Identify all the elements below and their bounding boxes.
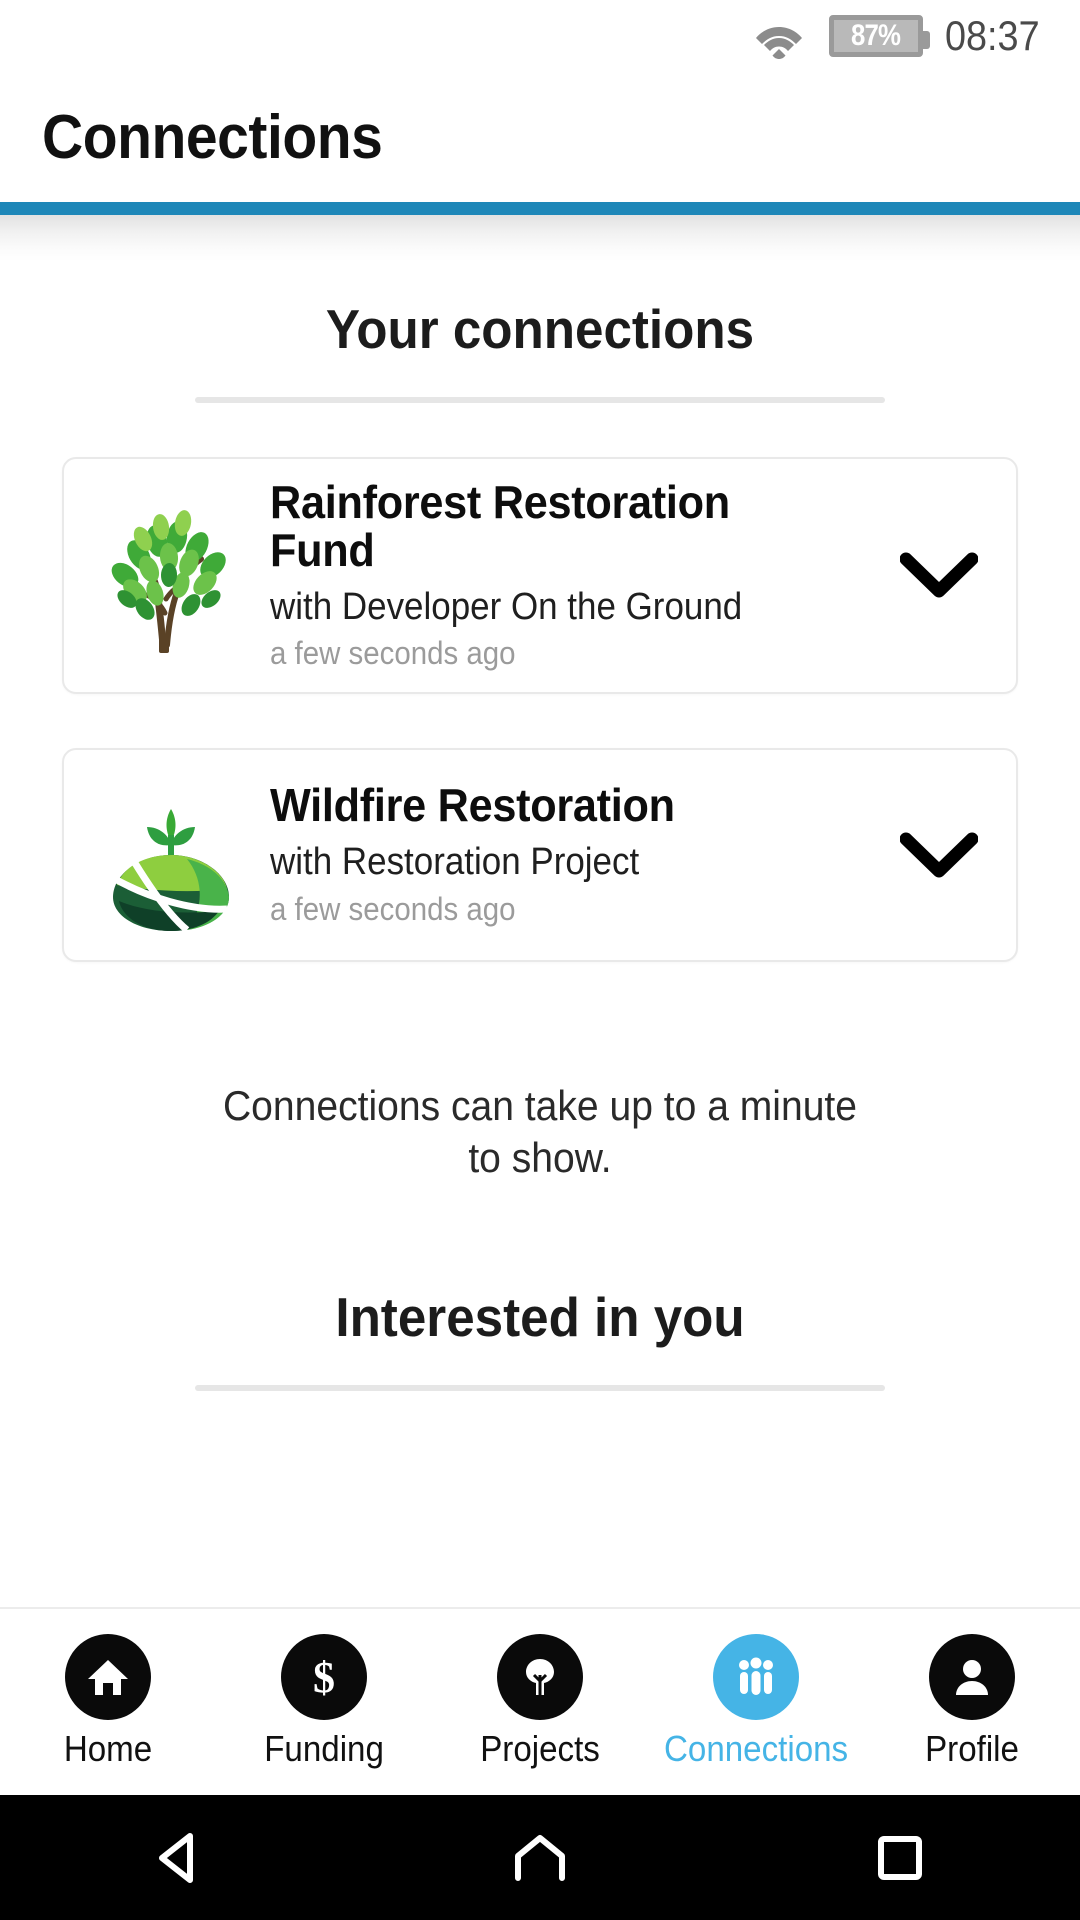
battery-icon: 87%: [828, 15, 930, 57]
connection-timestamp: a few seconds ago: [270, 635, 516, 672]
connection-subtitle: with Restoration Project: [270, 841, 640, 884]
dollar-icon: $: [281, 1634, 367, 1720]
tree-icon: [497, 1634, 583, 1720]
square-icon[interactable]: [825, 1795, 975, 1920]
connections-note: Connections can take up to a minute to s…: [222, 1081, 858, 1182]
main-content: Your connections Rainforest Restoration …: [0, 297, 1080, 1391]
tab-label-funding: Funding: [264, 1728, 384, 1769]
accent-divider: [0, 202, 1080, 215]
tab-projects[interactable]: Projects: [432, 1634, 648, 1770]
tab-funding[interactable]: $ Funding: [216, 1634, 432, 1770]
page-title: Connections: [42, 102, 383, 172]
people-icon: [713, 1634, 799, 1720]
status-bar: 87% 08:37: [0, 0, 1080, 72]
tab-profile[interactable]: Profile: [864, 1634, 1080, 1770]
wifi-icon: [751, 13, 807, 59]
tab-label-home: Home: [63, 1728, 153, 1769]
connection-title: Rainforest Restoration Fund: [270, 476, 730, 576]
app-header: Connections: [0, 72, 1080, 202]
back-triangle-icon[interactable]: [105, 1795, 255, 1920]
svg-text:$: $: [313, 1653, 335, 1702]
tab-label-projects: Projects: [480, 1728, 600, 1769]
battery-percent-label: 87%: [851, 19, 901, 52]
person-icon: [929, 1634, 1015, 1720]
system-navigation-bar: [0, 1795, 1080, 1920]
connection-title: Wildfire Restoration: [270, 779, 675, 832]
connection-card-body: Rainforest Restoration Fund with Develop…: [256, 476, 884, 672]
connection-timestamp: a few seconds ago: [270, 890, 516, 927]
tab-label-connections: Connections: [663, 1728, 849, 1769]
connection-card-body: Wildfire Restoration with Restoration Pr…: [256, 779, 884, 927]
bottom-tab-bar: Home $ Funding Projects Connections Prof…: [0, 1607, 1080, 1795]
status-clock: 08:37: [944, 12, 1040, 59]
section-divider: [195, 1384, 885, 1391]
interested-in-you-heading: Interested in you: [335, 1285, 745, 1348]
home-outline-icon[interactable]: [465, 1795, 615, 1920]
connection-card[interactable]: Rainforest Restoration Fund with Develop…: [62, 457, 1018, 694]
tree-logo: [86, 490, 256, 660]
section-divider: [195, 397, 885, 403]
chevron-down-icon[interactable]: [884, 800, 994, 910]
connection-card[interactable]: Wildfire Restoration with Restoration Pr…: [62, 747, 1018, 962]
tab-label-profile: Profile: [925, 1728, 1019, 1769]
home-icon: [65, 1634, 151, 1720]
tab-home[interactable]: Home: [0, 1634, 216, 1770]
chevron-down-icon[interactable]: [884, 520, 994, 630]
your-connections-heading: Your connections: [325, 298, 755, 360]
tab-connections[interactable]: Connections: [648, 1634, 864, 1770]
sprout-field-logo: [86, 770, 256, 940]
header-shadow: [0, 215, 1080, 261]
connection-subtitle: with Developer On the Ground: [270, 585, 743, 628]
